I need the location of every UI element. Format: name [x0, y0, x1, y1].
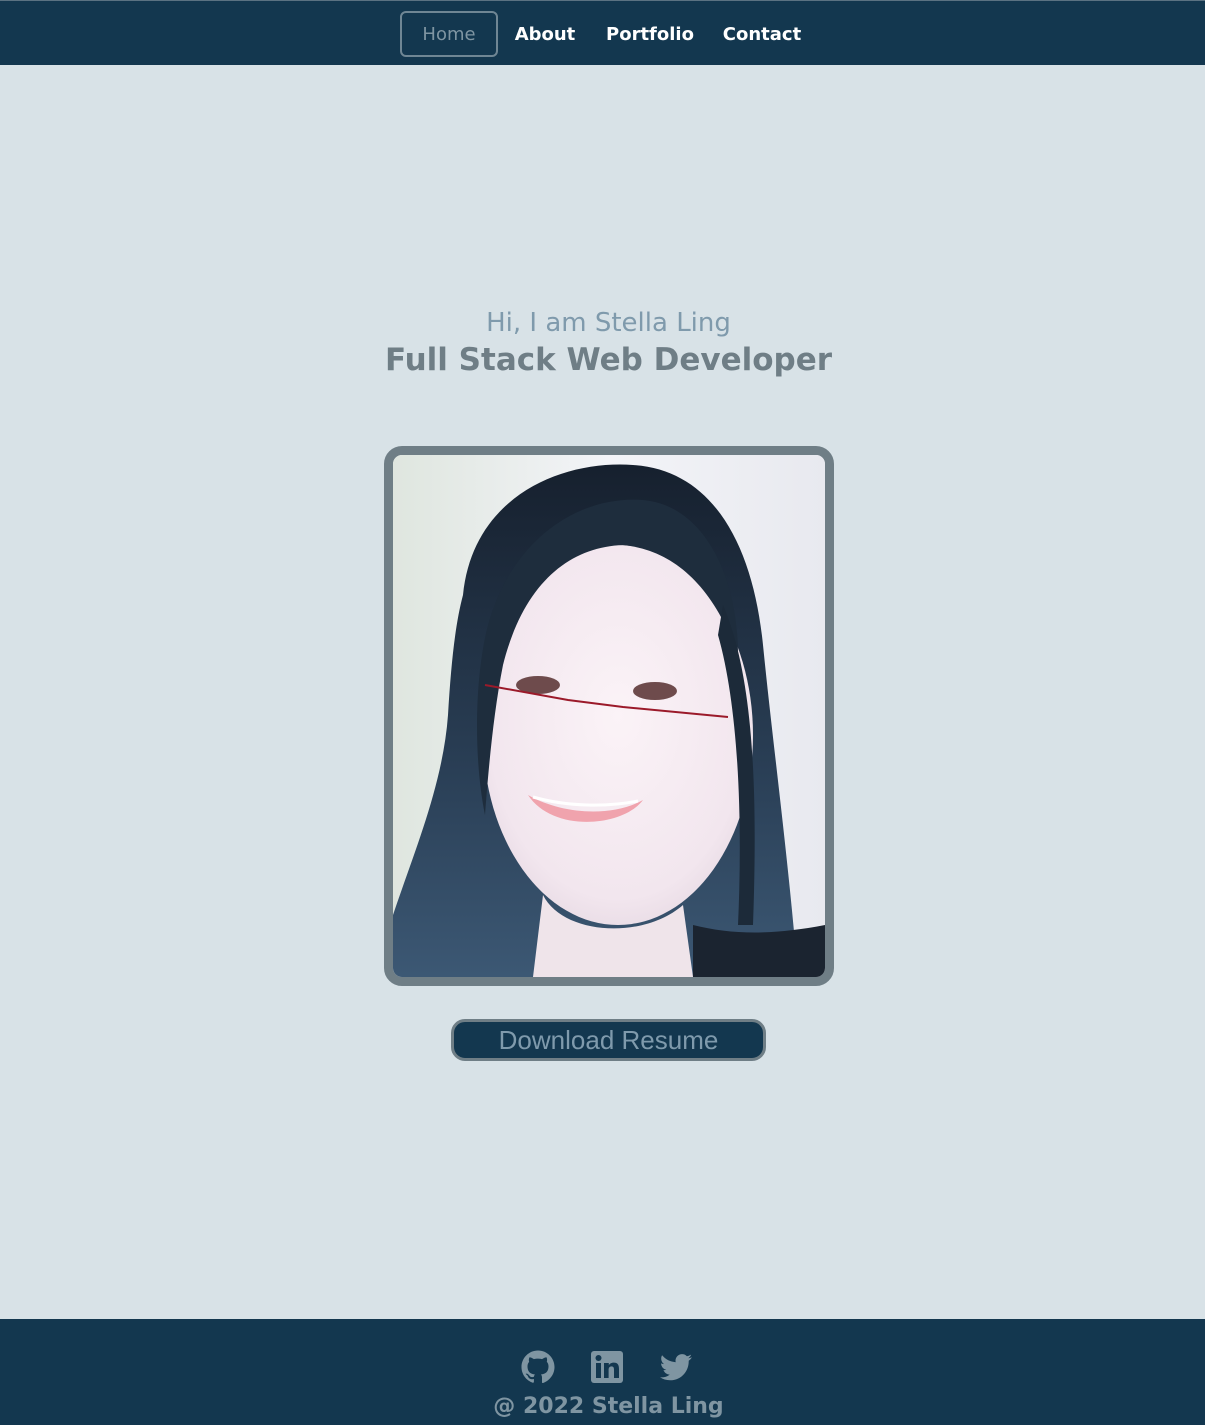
- nav-portfolio-link[interactable]: Portfolio: [592, 11, 708, 57]
- download-resume-button[interactable]: Download Resume: [451, 1019, 766, 1061]
- main-nav: Home About Portfolio Contact: [400, 11, 816, 57]
- nav-about-link[interactable]: About: [498, 11, 592, 57]
- nav-home-link[interactable]: Home: [400, 11, 498, 57]
- profile-photo: [384, 446, 834, 986]
- copyright-text: @ 2022 Stella Ling: [493, 1394, 724, 1419]
- hero-title: Full Stack Web Developer: [384, 342, 833, 378]
- nav-contact-link[interactable]: Contact: [708, 11, 816, 57]
- navbar: Home About Portfolio Contact: [0, 0, 1205, 65]
- linkedin-icon[interactable]: [589, 1349, 625, 1385]
- hero-section: Hi, I am Stella Ling Full Stack Web Deve…: [0, 65, 1205, 1319]
- profile-photo-image: [393, 455, 825, 977]
- social-links: [520, 1349, 694, 1385]
- twitter-icon[interactable]: [658, 1349, 694, 1385]
- footer: @ 2022 Stella Ling: [0, 1319, 1205, 1425]
- hero-greeting: Hi, I am Stella Ling: [486, 308, 731, 338]
- github-icon[interactable]: [520, 1349, 556, 1385]
